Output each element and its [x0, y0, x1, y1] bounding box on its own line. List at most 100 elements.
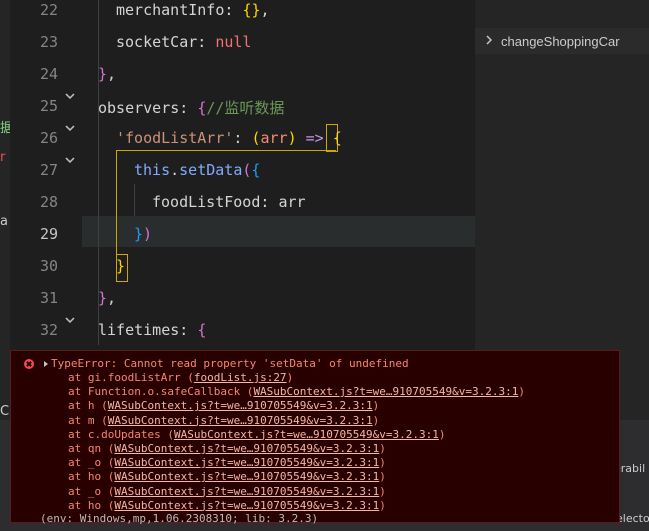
env-info: (env: Windows,mp,1.06.2308310; lib: 3.2.… — [40, 512, 319, 525]
code-token: {} — [242, 1, 261, 19]
stack-frame: at Function.o.safeCallback (WASubContext… — [68, 385, 525, 398]
code-token: , — [260, 1, 270, 19]
stack-frame-text: ) — [518, 385, 525, 399]
code-line[interactable]: merchantInfo: {}, — [116, 1, 270, 19]
expand-triangle-icon[interactable] — [44, 361, 48, 367]
code-line[interactable]: }) — [134, 225, 152, 243]
code-token: , — [107, 65, 117, 83]
stack-frame-link[interactable]: WASubContext.js?t=we…910705549&v=3.2.3:1 — [108, 399, 373, 412]
code-token: socketCar — [116, 33, 198, 51]
stack-frame-text: at _o ( — [68, 456, 115, 470]
left-fragment-a: a — [0, 214, 8, 229]
code-line[interactable]: }, — [98, 289, 116, 307]
stack-frame-text: ) — [438, 427, 446, 441]
code-line[interactable]: foodListFood: arr — [152, 193, 306, 211]
stack-frame-text: ) — [372, 413, 380, 427]
code-token: } — [98, 289, 108, 307]
stack-frame-link[interactable]: foodList.js:27 — [194, 371, 287, 384]
indent-guide — [134, 184, 135, 216]
stack-frame: at m (WASubContext.js?t=we…910705549&v=3… — [68, 414, 379, 427]
code-token: this — [134, 161, 171, 179]
stack-frame-link[interactable]: WASubContext.js?t=we…910705549&v=3.2.3:1 — [114, 485, 379, 498]
stack-frame-text: at h ( — [68, 399, 108, 413]
stack-frame-link[interactable]: WASubContext.js?t=we…910705549&v=3.2.3:1 — [114, 456, 379, 469]
fold-chevron-icon[interactable] — [64, 90, 76, 102]
code-token: //监听数据 — [206, 99, 285, 117]
bracket-scope-top — [116, 150, 336, 151]
left-fragment-r: r — [0, 150, 6, 165]
edge-text-right-2: electo — [616, 512, 649, 525]
code-token: 'foodListArr' — [116, 129, 234, 147]
fold-chevron-icon[interactable] — [64, 154, 76, 166]
stack-frame-text: at gi.foodListArr ( — [68, 371, 194, 384]
stack-frame-text: at _o ( — [68, 484, 115, 498]
code-line[interactable]: lifetimes: { — [98, 321, 206, 339]
stack-frame: at _o (WASubContext.js?t=we…910705549&v=… — [68, 485, 386, 498]
left-fragment-c: C — [0, 404, 10, 419]
line-number: 31 — [39, 289, 58, 307]
code-line[interactable]: this.setData({ — [134, 161, 260, 179]
bracket-scope-left — [116, 150, 117, 256]
stack-frame-text: at m ( — [68, 413, 108, 427]
code-token: lifetimes — [98, 321, 180, 339]
code-line[interactable]: observers: {//监听数据 — [98, 97, 284, 118]
code-token: => — [296, 129, 333, 147]
line-number: 27 — [39, 161, 58, 179]
stack-frame-text: at ho ( — [68, 498, 115, 512]
line-number: 25 — [39, 97, 58, 115]
code-token: } — [134, 225, 144, 243]
stack-frame-text: ) — [379, 456, 386, 470]
stack-frame: at ho (WASubContext.js?t=we…910705549&v=… — [68, 470, 386, 483]
line-number: 30 — [39, 257, 58, 275]
line-number: 32 — [39, 321, 58, 339]
code-token: : — [233, 129, 252, 147]
stack-frame-link[interactable]: WASubContext.js?t=we…910705549&v=3.2.3:1 — [114, 499, 379, 512]
stack-frame: at ho (WASubContext.js?t=we…910705549&v=… — [68, 499, 386, 512]
fold-chevron-icon[interactable] — [64, 122, 76, 134]
code-token: arr — [278, 193, 306, 211]
code-token: : — [197, 33, 216, 51]
code-token: null — [215, 33, 252, 51]
code-token: { — [197, 321, 207, 339]
stack-frame: at h (WASubContext.js?t=we…910705549&v=3… — [68, 399, 379, 412]
line-number: 29 — [39, 225, 58, 243]
code-line[interactable]: }, — [98, 65, 116, 83]
code-token: arr — [260, 129, 288, 147]
code-token: ) — [143, 225, 153, 243]
line-number: 23 — [39, 33, 58, 51]
line-number: 28 — [39, 193, 58, 211]
stack-frame-link[interactable]: WASubContext.js?t=we…910705549&v=3.2.3:1 — [108, 414, 373, 427]
error-icon — [24, 359, 34, 369]
stack-frame-text: ) — [379, 498, 386, 512]
code-token: foodListFood — [152, 193, 261, 211]
stack-frame-text: at c.doUpdates ( — [68, 427, 174, 441]
code-line[interactable]: socketCar: null — [116, 33, 251, 51]
stack-frame-text: at ho ( — [68, 470, 115, 484]
stack-frame-text: at qn ( — [68, 442, 115, 455]
fold-chevron-icon[interactable] — [64, 314, 76, 326]
stack-frame: at c.doUpdates (WASubContext.js?t=we…910… — [68, 428, 446, 441]
stack-frame: at gi.foodListArr (foodList.js:27) — [68, 371, 293, 384]
code-token: . — [170, 161, 180, 179]
code-token: setData — [179, 161, 243, 179]
code-token: : — [224, 1, 243, 19]
code-token: , — [107, 289, 117, 307]
code-token: { — [251, 161, 261, 179]
code-line[interactable]: 'foodListArr': (arr) => { — [116, 129, 342, 147]
stack-frame-link[interactable]: WASubContext.js?t=we…910705549&v=3.2.3:1 — [114, 442, 379, 455]
stack-frame-link[interactable]: WASubContext.js?t=we…910705549&v=3.2.3:1 — [114, 470, 379, 483]
outline-item-label: changeShoppingCar — [501, 34, 620, 49]
code-line[interactable]: } — [116, 257, 125, 275]
stack-frame-link[interactable]: WASubContext.js?t=we…910705549&v=3.2.3:1 — [253, 385, 518, 398]
code-token: observers — [98, 99, 180, 117]
code-editor[interactable]: 22 23 24 25 26 27 28 29 30 31 32 merchantInfo: {},… — [10, 0, 475, 345]
outline-item-changeshoppingcar[interactable]: changeShoppingCar — [475, 28, 649, 54]
code-token: { — [332, 129, 342, 147]
stack-frame-text: ) — [379, 442, 386, 455]
console-error-block: TypeError: Cannot read property 'setData… — [10, 350, 620, 523]
stack-frame-link[interactable]: WASubContext.js?t=we…910705549&v=3.2.3:1 — [174, 428, 439, 441]
stack-frame: at qn (WASubContext.js?t=we…910705549&v=… — [68, 442, 386, 455]
stack-frame-text: ) — [379, 484, 386, 498]
error-header: TypeError: Cannot read property 'setData… — [51, 357, 409, 370]
code-token: : — [260, 193, 279, 211]
